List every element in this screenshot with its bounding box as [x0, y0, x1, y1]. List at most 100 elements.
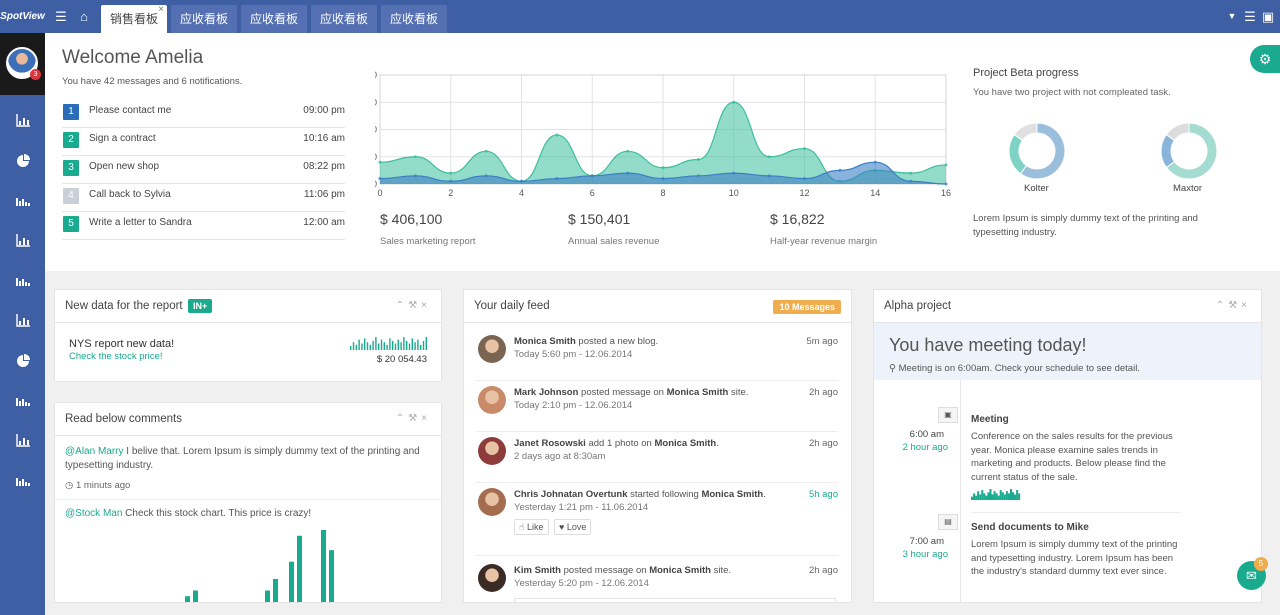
- notification-badge: 3: [30, 69, 41, 80]
- data-point: [555, 177, 559, 181]
- feed-user[interactable]: Mark Johnson: [514, 387, 578, 398]
- feed-text: Chris Johnatan Overtunk started followin…: [514, 489, 766, 500]
- spark-bar: [425, 337, 427, 350]
- chart-area-nav-item[interactable]: [0, 221, 45, 261]
- feed-item: Mark Johnson posted message on Monica Sm…: [476, 386, 838, 432]
- close-icon[interactable]: ×: [158, 0, 164, 24]
- report-value: $ 20 054.43: [376, 354, 427, 365]
- task-label: Call back to Sylvia: [89, 189, 171, 200]
- task-item[interactable]: 5 Write a letter to Sandra 12:00 am: [62, 212, 345, 240]
- bar-chart-nav-item[interactable]: [0, 381, 45, 421]
- bar-chart-nav-item[interactable]: [0, 261, 45, 301]
- sidebar: 3: [0, 33, 45, 615]
- task-item[interactable]: 4 Call back to Sylvia 11:06 pm: [62, 184, 345, 212]
- data-point: [944, 163, 948, 167]
- timeline-time: 6:00 am: [909, 429, 944, 440]
- divider: [971, 512, 1181, 513]
- stock-link[interactable]: Check the stock price!: [69, 351, 162, 362]
- feed-text: Mark Johnson posted message on Monica Sm…: [514, 387, 748, 398]
- collapse-icon[interactable]: ⌃: [1216, 300, 1228, 311]
- bar-chart-nav-item[interactable]: [0, 181, 45, 221]
- bar-chart-nav-item[interactable]: [0, 461, 45, 501]
- feed-user[interactable]: Janet Rosowski: [514, 438, 586, 449]
- data-point: [944, 182, 948, 186]
- stock-bar: [185, 596, 190, 602]
- feed-target[interactable]: Monica Smith: [701, 489, 763, 500]
- spark-bar: [997, 495, 1000, 500]
- chart-area-nav-item[interactable]: [0, 421, 45, 461]
- avatar[interactable]: [478, 488, 506, 516]
- feed-target[interactable]: Monica Smith: [667, 387, 729, 398]
- report-headline: NYS report new data!: [69, 338, 175, 350]
- pie-chart-nav-item[interactable]: [0, 341, 45, 381]
- reply-box[interactable]: [514, 598, 836, 602]
- avatar[interactable]: [478, 386, 506, 414]
- data-point: [767, 174, 771, 178]
- comment-user[interactable]: @Alan Marry: [65, 446, 124, 457]
- data-point: [696, 157, 700, 161]
- collapse-icon[interactable]: ⌃: [396, 300, 408, 311]
- timeline-time: 7:00 am: [909, 536, 944, 547]
- pie-chart-nav-item[interactable]: [0, 141, 45, 181]
- tab-label: 应收看板: [249, 12, 298, 26]
- panel-tools: ⌃⚒×: [396, 300, 431, 311]
- project-description: Lorem Ipsum is simply dummy text of the …: [973, 213, 1198, 238]
- collapse-icon[interactable]: ⌃: [396, 413, 408, 424]
- tab-receivables-2[interactable]: 应收看板: [241, 5, 307, 33]
- tab-receivables-4[interactable]: 应收看板: [381, 5, 447, 33]
- spark-bar: [995, 493, 998, 500]
- close-icon[interactable]: ×: [1241, 300, 1251, 311]
- data-point: [626, 171, 630, 175]
- spark-bar: [389, 338, 391, 350]
- avatar[interactable]: [478, 335, 506, 363]
- like-button[interactable]: ☝ Like: [514, 519, 549, 535]
- task-item[interactable]: 2 Sign a contract 10:16 am: [62, 128, 345, 156]
- task-number: 2: [63, 132, 79, 148]
- stock-bar: [329, 550, 334, 602]
- spark-bar: [993, 491, 996, 500]
- settings-gear-icon[interactable]: ⚙: [1250, 45, 1280, 73]
- welcome-header: Welcome Amelia You have 42 messages and …: [45, 33, 1280, 271]
- task-item[interactable]: 3 Open new shop 08:22 pm: [62, 156, 345, 184]
- close-icon[interactable]: ×: [421, 413, 431, 424]
- divider: [55, 499, 441, 500]
- tab-sales-board[interactable]: 销售看板 ×: [101, 4, 167, 33]
- feed-item: Kim Smith posted message on Monica Smith…: [476, 564, 838, 602]
- chevron-down-icon[interactable]: ▼: [1226, 0, 1238, 33]
- feed-user[interactable]: Monica Smith: [514, 336, 576, 347]
- app-logo[interactable]: SpotView: [0, 0, 45, 33]
- expand-icon[interactable]: ▣: [1260, 0, 1276, 33]
- wrench-icon[interactable]: ⚒: [1228, 300, 1241, 311]
- avatar[interactable]: [478, 564, 506, 592]
- chart-area-nav-item[interactable]: [0, 101, 45, 141]
- feed-target[interactable]: Monica Smith: [654, 438, 716, 449]
- comment-user[interactable]: @Stock Man: [65, 508, 122, 519]
- tab-receivables-1[interactable]: 应收看板: [171, 5, 237, 33]
- y-tick-label: 30: [375, 97, 377, 107]
- close-icon[interactable]: ×: [421, 300, 431, 311]
- task-item[interactable]: 1 Please contact me 09:00 pm: [62, 100, 345, 128]
- spark-bar: [414, 342, 416, 350]
- project-title: Project Beta progress: [973, 67, 1079, 79]
- avatar[interactable]: [478, 437, 506, 465]
- feed-user[interactable]: Chris Johnatan Overtunk: [514, 489, 628, 500]
- bar-chart-icon: [15, 192, 30, 209]
- spark-bar: [987, 492, 990, 500]
- list-settings-icon[interactable]: ☰: [1242, 0, 1258, 33]
- stat-margin: $ 16,822 Half-year revenue margin: [770, 211, 877, 247]
- donut-chart-kolter: [1008, 122, 1066, 180]
- tab-receivables-3[interactable]: 应收看板: [311, 5, 377, 33]
- chart-area-nav-item[interactable]: [0, 301, 45, 341]
- love-button[interactable]: ♥ Love: [554, 519, 592, 535]
- menu-toggle-icon[interactable]: ☰: [52, 0, 70, 33]
- home-icon[interactable]: ⌂: [74, 0, 94, 33]
- feed-panel: Your daily feed 10 Messages Monica Smith…: [463, 289, 852, 603]
- feed-target[interactable]: Monica Smith: [649, 565, 711, 576]
- wrench-icon[interactable]: ⚒: [408, 300, 421, 311]
- spark-bar: [1001, 492, 1004, 500]
- panel-title: Alpha project: [884, 300, 952, 312]
- feed-user[interactable]: Kim Smith: [514, 565, 561, 576]
- timeline-ago: 2 hour ago: [902, 442, 948, 453]
- wrench-icon[interactable]: ⚒: [408, 413, 421, 424]
- button-label: Like: [526, 522, 544, 532]
